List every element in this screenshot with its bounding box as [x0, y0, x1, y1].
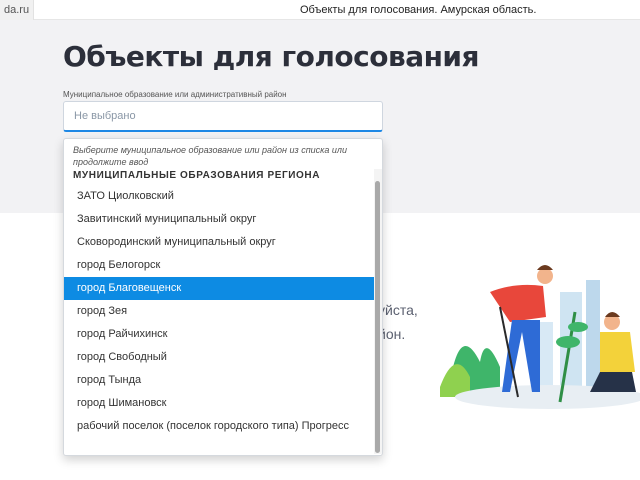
option-zavitinsky[interactable]: Завитинский муниципальный округ: [64, 212, 375, 226]
page-title: Объекты для голосования: [63, 40, 480, 73]
background-text-line-1: уйста,: [378, 302, 418, 318]
window-title: Объекты для голосования. Амурская област…: [300, 4, 537, 16]
option-svobodny[interactable]: город Свободный: [64, 350, 375, 364]
option-belogorsk[interactable]: город Белогорск: [64, 258, 375, 272]
address-bar[interactable]: da.ru: [0, 0, 35, 20]
option-shimanovsk[interactable]: город Шимановск: [64, 396, 375, 410]
municipality-dropdown: Выберите муниципальное образование или р…: [63, 138, 383, 456]
municipality-field-label: Муниципальное образование или администра…: [63, 90, 287, 99]
option-progress[interactable]: рабочий поселок (поселок городского типа…: [64, 419, 364, 433]
dropdown-scrollbar-thumb[interactable]: [375, 181, 380, 453]
option-raichikhinsk[interactable]: город Райчихинск: [64, 327, 375, 341]
option-zato-tsiolkovsky[interactable]: ЗАТО Циолковский: [64, 189, 375, 203]
option-tynda[interactable]: город Тында: [64, 373, 375, 387]
dropdown-hint: Выберите муниципальное образование или р…: [73, 145, 348, 167]
dropdown-scrollbar[interactable]: [374, 169, 382, 454]
municipality-select[interactable]: Не выбрано: [63, 101, 383, 132]
option-skovorodinsky[interactable]: Сковородинский муниципальный округ: [64, 235, 375, 249]
volunteers-illustration: [440, 262, 640, 412]
option-zeya[interactable]: город Зея: [64, 304, 375, 318]
dropdown-group-header: МУНИЦИПАЛЬНЫЕ ОБРАЗОВАНИЯ РЕГИОНА: [73, 170, 321, 179]
browser-title-bar: da.ru Объекты для голосования. Амурская …: [0, 0, 640, 20]
option-blagoveshchensk[interactable]: город Благовещенск: [64, 277, 375, 300]
